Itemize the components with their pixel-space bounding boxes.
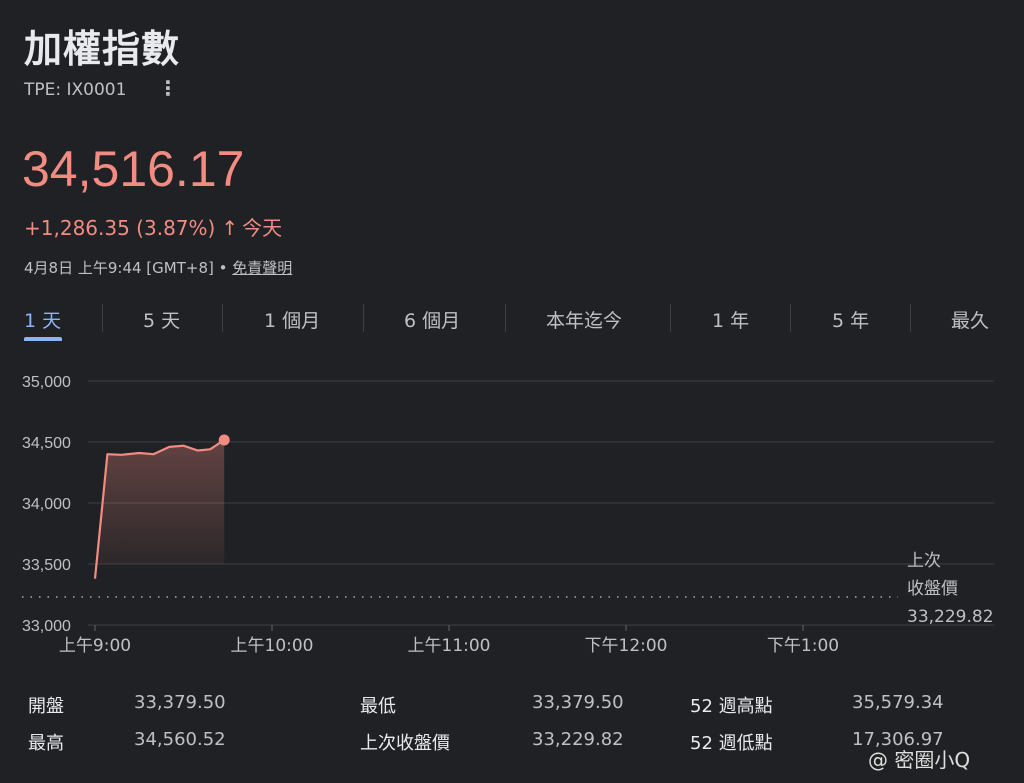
previous-close-label: 上次收盤價 33,229.82 bbox=[907, 551, 994, 627]
active-tab-indicator bbox=[24, 337, 62, 341]
current-price: 34,516.17 bbox=[22, 141, 245, 197]
tab-1-month[interactable]: 1 個月 bbox=[264, 306, 320, 333]
y-tick-label: 35,000 bbox=[22, 374, 71, 391]
page-title: 加權指數 bbox=[24, 27, 181, 71]
stat-value-prev-close: 33,229.82 bbox=[532, 729, 624, 750]
x-tick-label: 上午11:00 bbox=[408, 636, 491, 656]
range-tabs: 1 天 5 天 1 個月 6 個月 本年迄今 1 年 5 年 最久 bbox=[0, 300, 1024, 341]
stat-label-open: 開盤 bbox=[28, 696, 64, 717]
tab-divider bbox=[505, 304, 506, 332]
x-tick-label: 上午10:00 bbox=[231, 636, 314, 656]
stat-value-52w-high: 35,579.34 bbox=[852, 692, 944, 713]
stat-label-prev-close: 上次收盤價 bbox=[360, 733, 450, 754]
stat-value-open: 33,379.50 bbox=[134, 692, 226, 713]
previous-close-text: 上次 bbox=[907, 551, 941, 571]
ticker-symbol: TPE: IX0001 bbox=[24, 80, 127, 100]
price-chart[interactable]: 35,000 34,500 34,000 33,500 33,000 上午9:00 上午1… bbox=[0, 360, 1024, 670]
tab-divider bbox=[222, 304, 223, 332]
x-tick-label: 下午1:00 bbox=[767, 636, 839, 656]
tab-divider bbox=[363, 304, 364, 332]
stat-value-low: 33,379.50 bbox=[532, 692, 624, 713]
y-tick-label: 33,000 bbox=[22, 618, 71, 635]
tab-divider bbox=[790, 304, 791, 332]
stat-label-low: 最低 bbox=[360, 696, 396, 717]
tab-divider bbox=[670, 304, 671, 332]
y-tick-label: 34,500 bbox=[22, 435, 71, 452]
stat-label-high: 最高 bbox=[28, 733, 64, 754]
tab-ytd[interactable]: 本年迄今 bbox=[546, 306, 622, 333]
y-tick-label: 33,500 bbox=[22, 557, 71, 574]
tab-5-year[interactable]: 5 年 bbox=[832, 306, 869, 333]
disclaimer-link[interactable]: 免責聲明 bbox=[232, 259, 292, 277]
tab-divider bbox=[102, 304, 103, 332]
arrow-up-icon: ↑ bbox=[221, 216, 239, 240]
price-change: +1,286.35 (3.87%) ↑ 今天 bbox=[24, 212, 282, 241]
tab-divider bbox=[910, 304, 911, 332]
x-tick-label: 下午12:00 bbox=[585, 636, 668, 656]
previous-close-text: 收盤價 bbox=[907, 579, 958, 599]
stat-label-52w-high: 52 週高點 bbox=[690, 696, 773, 717]
stat-label-52w-low: 52 週低點 bbox=[690, 733, 773, 754]
tab-1-year[interactable]: 1 年 bbox=[712, 306, 749, 333]
tab-6-month[interactable]: 6 個月 bbox=[404, 306, 460, 333]
stat-value-high: 34,560.52 bbox=[134, 729, 226, 750]
change-value: +1,286.35 (3.87%) bbox=[24, 216, 216, 240]
tab-5-day[interactable]: 5 天 bbox=[143, 306, 180, 333]
x-tick-label: 上午9:00 bbox=[59, 636, 131, 656]
tab-max[interactable]: 最久 bbox=[951, 306, 989, 333]
y-tick-label: 34,000 bbox=[22, 496, 71, 513]
vertical-dots-icon[interactable]: ⋮ bbox=[158, 76, 178, 100]
timestamp-text: 4月8日 上午9:44 [GMT+8] • bbox=[24, 259, 233, 277]
price-area bbox=[95, 440, 225, 579]
last-price-dot bbox=[218, 434, 230, 446]
watermark: @ 密圈小Q bbox=[868, 748, 971, 772]
tab-1-day[interactable]: 1 天 bbox=[24, 306, 61, 333]
change-period: 今天 bbox=[242, 216, 283, 240]
previous-close-text: 33,229.82 bbox=[907, 607, 994, 627]
quote-timestamp: 4月8日 上午9:44 [GMT+8] • 免責聲明 bbox=[24, 257, 292, 278]
